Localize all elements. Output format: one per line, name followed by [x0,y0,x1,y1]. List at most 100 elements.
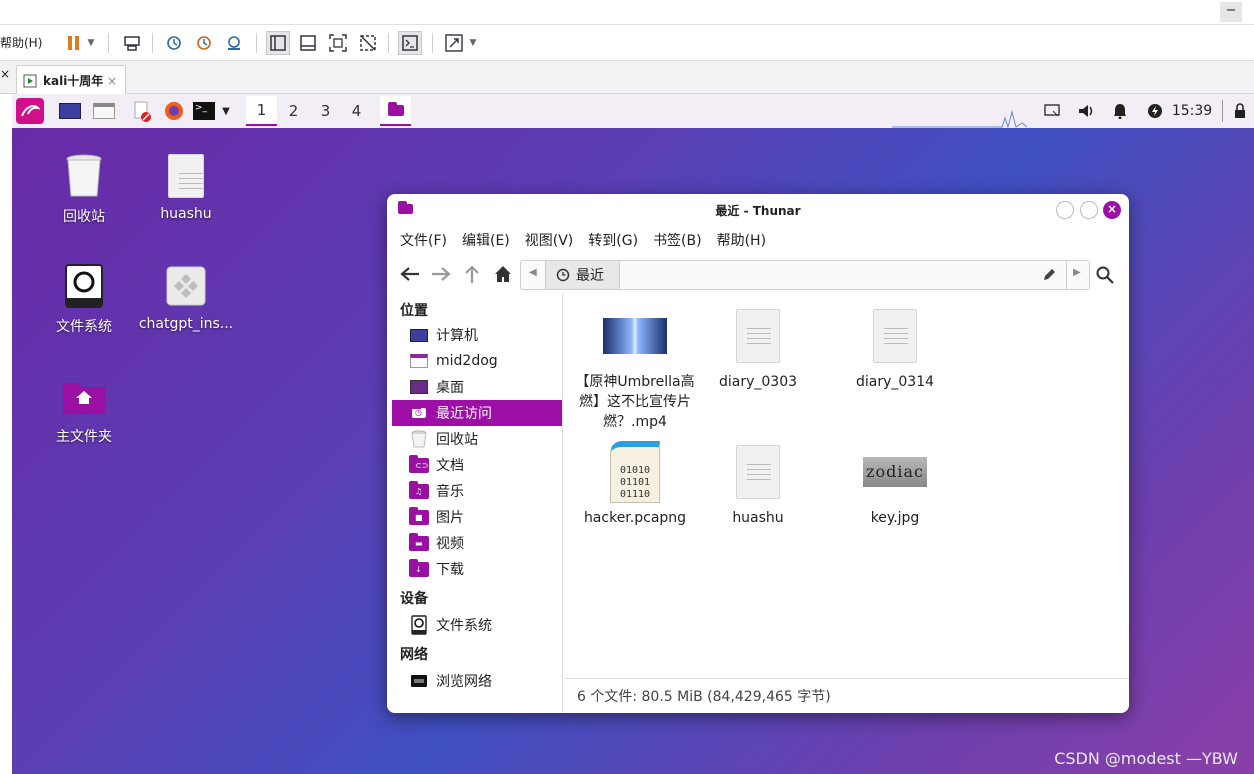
sidebar-item-recent[interactable]: ◷ 最近访问 [392,400,562,426]
file-item-video[interactable]: 【原神Umbrella高 燃】这不比宣传片 燃？.mp4 [566,304,704,432]
kali-menu-button[interactable] [16,98,44,124]
path-button-recent[interactable]: 最近 [545,261,620,289]
video-thumbnail [566,304,704,368]
desktop-icon-huashu[interactable]: huashu [136,152,236,222]
home-icon[interactable] [494,265,512,283]
workspace-3[interactable]: 3 [310,96,341,126]
package-icon [162,262,210,310]
console-icon[interactable] [398,31,422,55]
cpu-graph [892,110,1028,128]
file-name: diary_0303 [718,374,798,390]
workspace-4[interactable]: 4 [341,96,372,126]
tab-label: kali十周年 [43,74,104,88]
tab-close-icon[interactable]: × [107,74,117,88]
desktop-icon-label: chatgpt_ins... [138,316,234,332]
chevron-down-icon[interactable]: ▼ [466,31,480,55]
minimize-window-button[interactable] [1056,201,1074,219]
search-icon[interactable] [1096,266,1114,284]
menu-file[interactable]: 文件(F) [400,230,447,250]
file-item-huashu[interactable]: huashu [689,440,827,528]
menu-edit[interactable]: 编辑(E) [462,230,510,250]
tab-kali[interactable]: kali十周年 × [16,65,126,95]
location-bar[interactable]: ◀ 最近 ▶ [520,260,1090,290]
terminal-icon[interactable]: >_ [192,98,216,124]
back-arrow-icon[interactable] [400,266,420,282]
videos-folder-icon: ▬ [409,532,429,552]
desktop-icon [409,378,429,396]
menu-go[interactable]: 转到(G) [588,230,638,250]
menu-bookmarks[interactable]: 书签(B) [653,230,702,250]
sidebar-view-icon[interactable] [266,31,290,55]
file-item-key-jpg[interactable]: zodiac key.jpg [826,440,964,528]
firefox-icon[interactable] [162,98,186,124]
edit-pencil-icon[interactable] [1042,268,1056,282]
sidebar-item-music[interactable]: ♫ 音乐 [392,478,562,504]
stretch-icon[interactable] [442,31,466,55]
sidebar-item-desktop[interactable]: 桌面 [392,374,562,400]
help-menu[interactable]: 帮助(H) [0,34,42,51]
desktop-icon-filesystem[interactable]: 文件系统 [34,262,134,336]
workspace-1[interactable]: 1 [246,96,277,126]
sidebar-item-filesystem[interactable]: 文件系统 [392,612,562,638]
lock-icon[interactable] [1230,98,1250,124]
sidebar-item-trash[interactable]: 回收站 [392,426,562,452]
vm-toolbar: 帮助(H) ▼ ▼ [0,25,1254,61]
sidebar-item-mid2dog[interactable]: mid2dog [392,348,562,374]
file-manager-icon[interactable] [92,98,116,124]
close-library-icon[interactable]: × [0,67,10,81]
close-window-button[interactable]: × [1103,201,1121,219]
desktop-icon-trash[interactable]: 回收站 [34,152,134,226]
desktop-icon-label: 主文件夹 [56,429,112,445]
notification-bell-icon[interactable] [1110,98,1130,124]
screen-icon[interactable] [1042,98,1062,124]
show-desktop-icon[interactable] [58,98,82,124]
sidebar-item-pictures[interactable]: ■ 图片 [392,504,562,530]
path-right-icon[interactable]: ▶ [1073,267,1081,278]
file-name-line: 【原神Umbrella高 [575,374,695,390]
file-item-diary-0303[interactable]: diary_0303 [689,304,827,392]
sidebar-item-computer[interactable]: 计算机 [392,322,562,348]
user-folder-icon [409,352,429,370]
send-keys-icon[interactable] [120,31,144,55]
pause-button[interactable] [62,31,86,55]
path-left-icon[interactable]: ◀ [529,267,537,278]
snapshot-icon[interactable] [162,31,186,55]
unity-icon[interactable] [356,31,380,55]
vm-tabbar: × kali十周年 × [0,61,1254,95]
sidebar-item-documents[interactable]: ⊂⊃ 文档 [392,452,562,478]
desktop-icon-home[interactable]: 主文件夹 [34,372,134,446]
file-item-pcapng[interactable]: 01010 01101 01110 hacker.pcapng [566,440,704,528]
trash-icon [409,430,429,448]
sidebar-header-network: 网络 [400,647,428,663]
menu-view[interactable]: 视图(V) [525,230,574,250]
xfce-panel: >_ ▼ 1 2 3 4 15:39 [12,94,1254,128]
chevron-down-icon[interactable]: ▼ [219,98,233,124]
clock[interactable]: 15:39 [1172,98,1212,124]
taskbar-thunar[interactable] [380,96,411,126]
revert-snapshot-icon[interactable] [192,31,216,55]
file-item-diary-0314[interactable]: diary_0314 [826,304,964,392]
text-editor-icon[interactable] [130,98,154,124]
drive-icon [60,262,108,310]
sidebar-item-videos[interactable]: ▬ 视频 [392,530,562,556]
minimize-button[interactable]: − [1220,2,1242,22]
sidebar-header-devices: 设备 [400,591,428,607]
sidebar-item-browse-network[interactable]: 浏览网络 [392,668,562,694]
workspace-2[interactable]: 2 [278,96,309,126]
menu-help[interactable]: 帮助(H) [717,230,766,250]
sidebar-item-downloads[interactable]: ↓ 下载 [392,556,562,582]
desktop-icon-label: 文件系统 [56,319,112,335]
forward-arrow-icon[interactable] [431,266,451,282]
thumbnail-view-icon[interactable] [296,31,320,55]
file-name-line: 燃】这不比宣传片 [579,394,691,410]
power-manager-icon[interactable] [1145,98,1165,124]
snapshot-manager-icon[interactable] [222,31,246,55]
up-arrow-icon[interactable] [464,265,480,283]
desktop-icon-chatgpt[interactable]: chatgpt_ins... [136,262,236,332]
watermark: CSDN @modest —YBW [1054,749,1238,768]
documents-folder-icon: ⊂⊃ [409,454,429,474]
chevron-down-icon[interactable]: ▼ [84,31,98,55]
fullscreen-icon[interactable] [326,31,350,55]
volume-icon[interactable] [1076,98,1096,124]
maximize-window-button[interactable] [1080,201,1098,219]
